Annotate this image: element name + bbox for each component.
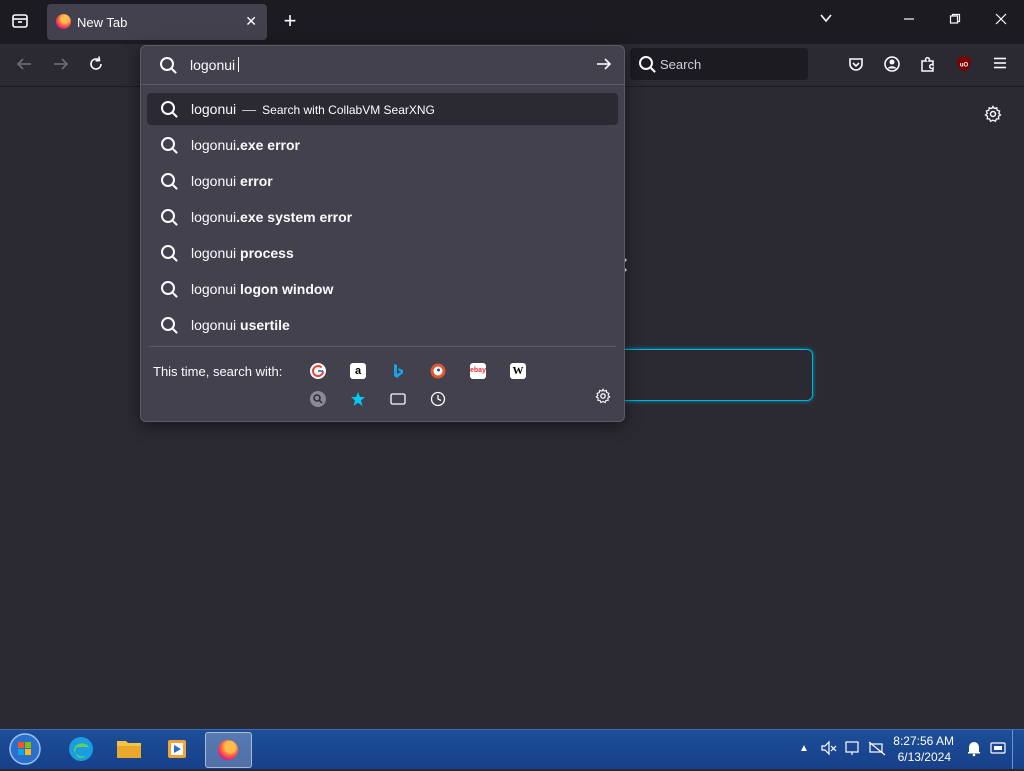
svg-text:uO: uO [960, 63, 969, 69]
suggestion-completion: .exe system error [236, 209, 353, 225]
suggestion-row-searxng[interactable]: logonui — Search with CollabVM SearXNG [147, 93, 618, 125]
searxng-icon[interactable] [310, 391, 326, 407]
firefox-logo-icon [218, 740, 238, 760]
urlbar-popup: logonui logonui — Search with CollabVM Sea… [140, 45, 625, 422]
tab-new-tab[interactable]: New Tab ✕ [47, 4, 267, 40]
network-disconnected-icon[interactable] [866, 739, 888, 759]
edge-icon[interactable] [62, 732, 100, 766]
search-icon [639, 56, 653, 70]
pocket-icon[interactable] [845, 55, 867, 75]
account-icon[interactable] [881, 55, 903, 75]
page-search-box[interactable] [600, 349, 813, 401]
close-tab-icon[interactable]: ✕ [245, 13, 257, 30]
start-button[interactable] [6, 732, 44, 766]
extensions-puzzle-icon[interactable] [917, 55, 939, 75]
ebay-icon[interactable]: ebay [470, 363, 486, 379]
restore-window-icon[interactable] [944, 11, 966, 31]
notifications-bell-icon[interactable] [963, 739, 985, 759]
new-tab-settings-gear-icon[interactable] [982, 105, 1004, 125]
one-off-search-label: This time, search with: [153, 364, 283, 379]
urlbar-typed-text: logonui [190, 57, 236, 73]
google-icon[interactable] [310, 363, 326, 379]
minimize-window-icon[interactable] [898, 11, 920, 31]
forward-arrow-icon[interactable] [50, 55, 72, 75]
search-icon [161, 173, 175, 187]
search-icon [160, 57, 174, 71]
search-icon [161, 101, 175, 115]
search-settings-gear-icon[interactable] [592, 388, 614, 408]
suggestion-row[interactable]: logonui logon window [147, 273, 618, 305]
suggestion-text: logonui [191, 101, 237, 117]
ublock-origin-icon[interactable]: uO [953, 55, 975, 75]
list-all-tabs-chevron-down-icon[interactable] [815, 11, 837, 31]
urlbar[interactable]: logonui [141, 46, 624, 85]
firefox-view-icon[interactable] [9, 12, 31, 32]
new-tab-plus-icon[interactable]: + [279, 10, 301, 32]
tab-title: New Tab [77, 15, 128, 30]
file-explorer-icon[interactable] [110, 732, 148, 766]
suggestion-prefix: logonui [191, 245, 237, 261]
suggestion-prefix: logonui [191, 281, 237, 297]
suggestion-completion: logon window [236, 281, 334, 297]
search-icon [161, 317, 175, 331]
suggestion-prefix: logonui [191, 209, 237, 225]
back-arrow-icon[interactable] [13, 55, 35, 75]
suggestion-row[interactable]: logonui process [147, 237, 618, 269]
suggestion-row[interactable]: logonui error [147, 165, 618, 197]
separator: — [242, 101, 257, 117]
bookmarks-star-icon[interactable] [350, 391, 366, 407]
suggestion-action: Search with CollabVM SearXNG [262, 103, 435, 117]
suggestion-completion: usertile [236, 317, 290, 333]
suggestion-prefix: logonui [191, 317, 237, 333]
duckduckgo-icon[interactable] [430, 363, 446, 379]
search-icon [161, 137, 175, 151]
tab-strip: New Tab ✕ + [0, 0, 1024, 44]
search-icon [161, 281, 175, 295]
text-caret [238, 57, 240, 72]
firefox-logo-icon [56, 14, 71, 29]
history-clock-icon[interactable] [430, 391, 446, 407]
suggestion-row[interactable]: logonui usertile [147, 309, 618, 341]
clock-date[interactable]: 6/13/2024 [898, 750, 951, 764]
show-desktop-button[interactable] [1012, 730, 1024, 769]
suggestion-row[interactable]: logonui.exe error [147, 129, 618, 161]
suggestion-completion: error [236, 173, 273, 189]
wikipedia-icon[interactable]: W [510, 363, 526, 379]
search-icon [161, 209, 175, 223]
suggestion-prefix: logonui [191, 137, 237, 153]
search-placeholder: Search [660, 57, 702, 72]
reload-icon[interactable] [85, 55, 107, 75]
close-window-icon[interactable] [990, 11, 1012, 31]
display-settings-icon[interactable] [987, 739, 1009, 759]
go-arrow-icon[interactable] [593, 55, 615, 75]
speaker-muted-icon[interactable] [818, 739, 840, 759]
amazon-icon[interactable]: a [350, 363, 366, 379]
divider [149, 346, 616, 347]
tabs-icon[interactable] [390, 391, 406, 407]
media-player-icon[interactable] [158, 732, 196, 766]
search-icon [161, 245, 175, 259]
suggestion-prefix: logonui [191, 173, 237, 189]
clock-time[interactable]: 8:27:56 AM [893, 734, 954, 748]
bing-icon[interactable] [390, 363, 406, 379]
search-bar[interactable]: Search [630, 48, 808, 80]
suggestion-completion: process [236, 245, 294, 261]
action-center-flag-icon[interactable] [842, 739, 864, 759]
suggestion-completion: .exe error [236, 137, 300, 153]
taskbar: ▲ 8:27:56 AM 6/13/2024 [0, 729, 1024, 769]
firefox-taskbar-button[interactable] [205, 732, 252, 768]
urlbar-input[interactable]: logonui [190, 57, 240, 73]
suggestion-row[interactable]: logonui.exe system error [147, 201, 618, 233]
show-hidden-icons-chevron-up-icon[interactable]: ▲ [793, 739, 815, 759]
hamburger-menu-icon[interactable] [989, 55, 1011, 75]
